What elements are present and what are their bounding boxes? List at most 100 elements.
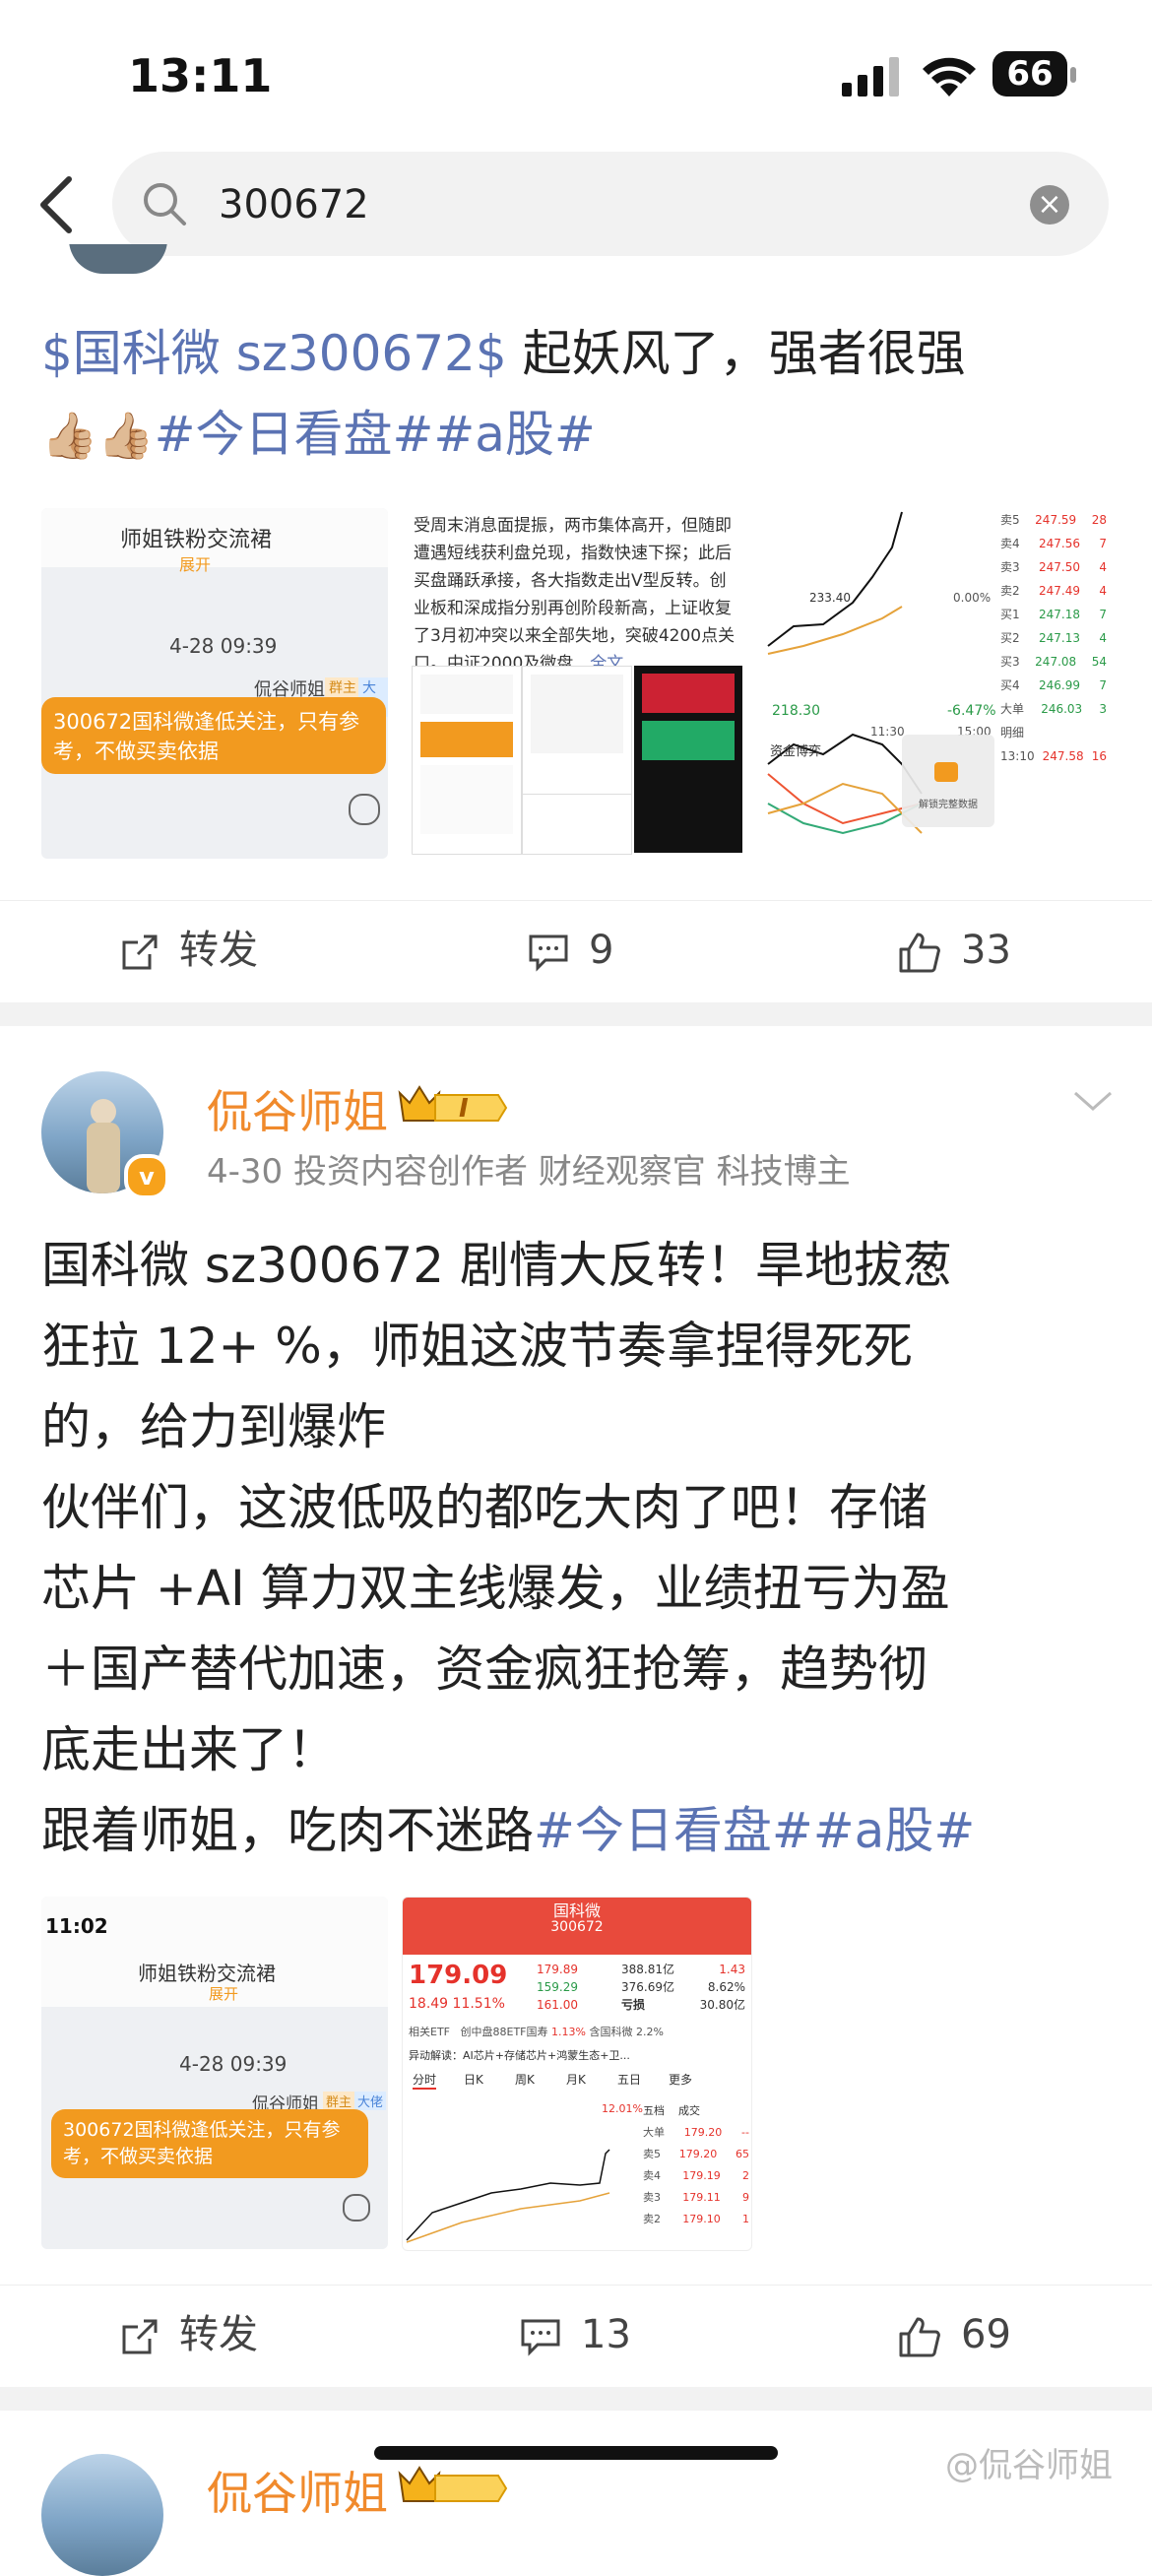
badge: 群主 (325, 677, 360, 697)
pct-label: 0.00% (953, 591, 992, 605)
tab-5[interactable]: 更多 (669, 2071, 692, 2088)
order-book-row: 卖3 247.50 4 (1000, 560, 1107, 574)
order-book-row: 卖5 179.20 65 (643, 2148, 749, 2160)
flow-label: 资金博弈 (770, 744, 822, 759)
price-label: 233.40 (809, 591, 851, 605)
order-book-row: 卖3 179.11 9 (643, 2191, 749, 2204)
article-thumb-1 (412, 666, 522, 855)
order-book-row: 买4 246.99 7 (1000, 678, 1107, 692)
lock-overlay[interactable]: 解锁完整数据 (902, 735, 994, 827)
battery-indicator: 66 (992, 51, 1077, 98)
chat-status-time: 11:02 (45, 1914, 108, 1938)
tab-1[interactable]: 日K (464, 2071, 483, 2088)
quote-change: 18.49 11.51% (409, 1996, 505, 2012)
news-row: 异动解读：AI芯片+存储芯片+鸿蒙生态+卫... (409, 2049, 630, 2062)
order-book: 大单 179.20 -- 卖5 179.20 65 卖4 179.19 2 卖3 179.11 9 卖2… (643, 2122, 749, 2230)
level-text: I (459, 1094, 469, 1124)
order-book-row: 卖2 179.10 1 (643, 2213, 749, 2225)
battery-level: 66 (992, 51, 1067, 97)
chat-message: 300672国科微逢低关注，只有参考，不做买卖依据 (51, 2109, 368, 2178)
chevron-down-icon[interactable] (1073, 1089, 1113, 1113)
badge: 大佬 (354, 2092, 387, 2110)
quote-cap: 388.81亿 376.69亿 亏损 (621, 1963, 674, 2012)
chart-tabs[interactable]: 分时 日K 周K 月K 五日 更多 (403, 2071, 751, 2093)
like-button[interactable]: 33 (898, 923, 1011, 978)
expand-label: 展开 (209, 1985, 239, 2003)
chat-time: 4-28 09:39 (179, 2052, 288, 2076)
back-chevron-icon[interactable] (35, 175, 75, 234)
tab-2[interactable]: 周K (515, 2071, 535, 2088)
order-book: 卖5 247.59 28 卖4 247.56 7 卖3 247.50 4 卖2 247.49 4 买1 2… (996, 508, 1111, 859)
comment-icon (521, 2319, 560, 2356)
order-book-row: 卖4 247.56 7 (1000, 537, 1107, 550)
article-text: 受周末消息面提振，两市集体高开，但随即遭遇短线获利盘兑现，指数快速下探；此后买盘… (414, 516, 736, 674)
post2-image-chat[interactable]: 11:02 师姐铁粉交流裙 展开 4-28 09:39 侃谷师姐 群主 大佬 3… (41, 1897, 388, 2249)
article-thumb-3 (522, 794, 632, 855)
forward-icon (122, 2319, 158, 2354)
thumbs-up-icon (899, 933, 940, 973)
like-button[interactable]: 69 (898, 2307, 1011, 2362)
avatar (69, 244, 167, 274)
feed-separator (0, 2387, 1152, 2411)
order-book-row: 卖4 179.19 2 (643, 2169, 749, 2182)
quote-price: 179.09 (409, 1961, 508, 1990)
username[interactable]: 侃谷师姐 (207, 1076, 388, 1141)
tab-3[interactable]: 月K (566, 2071, 586, 2088)
verified-badge-icon: v (124, 1154, 169, 1199)
chat-message: 300672国科微逢低关注，只有参考，不做买卖依据 (41, 697, 386, 774)
group-name: 师姐铁粉交流裙 (138, 1962, 276, 1985)
emoji-icon (349, 794, 380, 825)
pct-label: -6.47% (947, 703, 996, 719)
order-book-row: 买3 247.08 54 (1000, 655, 1107, 669)
tab-0[interactable]: 分时 (413, 2071, 437, 2090)
signal-icon (842, 57, 899, 97)
post2-image-quote[interactable]: 国科微 300672 179.09 18.49 11.51% 179.89 159… (402, 1897, 752, 2251)
quote-ratio: 1.43 8.62% 30.80亿 (699, 1963, 745, 2012)
forward-button[interactable]: 转发 (120, 2307, 258, 2362)
search-input[interactable] (217, 171, 1028, 238)
post-meta: 4-30 投资内容创作者 财经观察官 科技博主 (207, 1152, 851, 1191)
post1-image-chat[interactable]: 师姐铁粉交流裙 展开 4-28 09:39 侃谷师姐 群主 大佬 300672国… (41, 508, 388, 859)
vip-crown-icon (398, 2466, 508, 2502)
etf-row: 相关ETF 创中盘88ETF国寿 1.13% 含国科微 2.2% (409, 2026, 664, 2038)
order-book-title: 五档 成交 (643, 2104, 700, 2117)
search-bar[interactable]: × (112, 152, 1109, 256)
group-name: 师姐铁粉交流裙 (120, 528, 273, 552)
comment-button[interactable]: 9 (528, 923, 613, 978)
comment-button[interactable]: 13 (520, 2307, 631, 2362)
tab-4[interactable]: 五日 (617, 2071, 641, 2088)
username[interactable]: 侃谷师姐 (207, 2458, 388, 2523)
forward-icon (122, 934, 158, 970)
clear-search-icon[interactable]: × (1030, 185, 1069, 225)
price-label: 218.30 (772, 703, 820, 719)
post2-action-bar: 转发 13 69 (0, 2285, 1152, 2384)
lock-text: 解锁完整数据 (919, 800, 978, 810)
order-book-row: 明细 (1000, 726, 1025, 740)
avatar[interactable] (41, 2454, 163, 2576)
thumbs-up-icon (899, 2317, 940, 2357)
home-indicator[interactable] (374, 2446, 778, 2460)
article-thumb-2 (522, 666, 632, 796)
order-book-row: 买2 247.13 4 (1000, 631, 1107, 645)
quote-header: 国科微 300672 (403, 1898, 751, 1955)
post1-image-article[interactable]: 受周末消息面提振，两市集体高开，但随即遭遇短线获利盘兑现，指数快速下探；此后买盘… (412, 508, 742, 859)
feed-separator (0, 1002, 1152, 1026)
thumbs-up-emoji: 👍🏼👍🏼 (41, 409, 155, 462)
order-book-row: 大单 179.20 -- (643, 2126, 749, 2139)
order-book-row: 卖5 247.59 28 (1000, 513, 1107, 527)
order-book-row: 大单 246.03 3 (1000, 702, 1107, 716)
emoji-icon (343, 2194, 370, 2222)
post1-action-bar: 转发 9 33 (0, 900, 1152, 999)
stock-tag-link[interactable]: $国科微 sz300672$ (41, 325, 507, 382)
order-book-row: 买1 247.18 7 (1000, 608, 1107, 621)
badge: 群主 (323, 2092, 355, 2110)
lock-icon (934, 762, 958, 782)
post1-body: 起妖风了，强者很强 (506, 325, 966, 382)
forward-button[interactable]: 转发 (120, 923, 258, 978)
post1-image-stock[interactable]: 233.40 0.00% 218.30 -6.47% 11:30 15:00 资… (764, 508, 1111, 859)
article-thumb-4 (634, 666, 742, 853)
hashtag-link[interactable]: #今日看盘##a股# (534, 1802, 975, 1859)
order-book-row: 13:10 247.58 16 (1000, 749, 1107, 763)
hashtag-link[interactable]: #今日看盘##a股# (155, 406, 596, 463)
wifi-icon (923, 57, 976, 97)
